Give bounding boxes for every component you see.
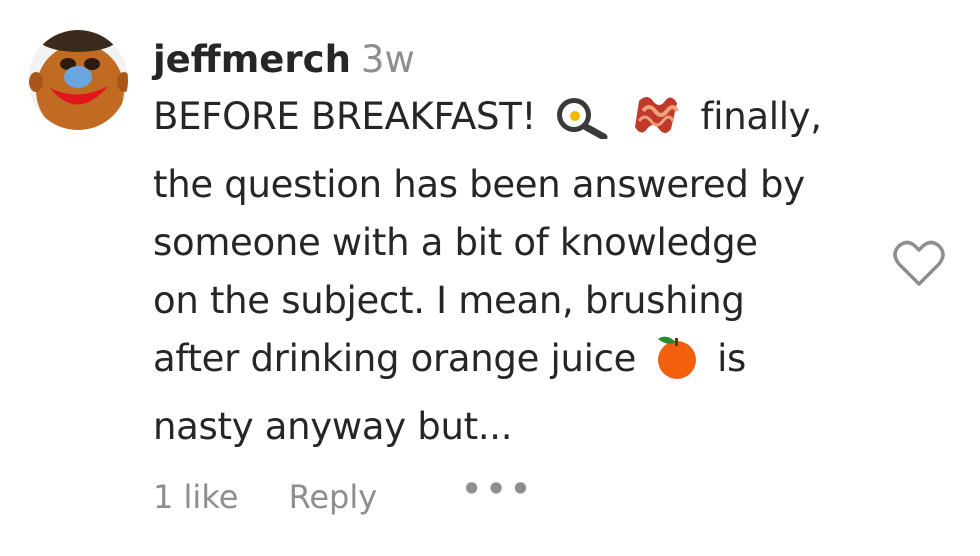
comment-timestamp[interactable]: 3w bbox=[361, 38, 415, 81]
likes-count-button[interactable]: 1 like bbox=[153, 478, 238, 516]
comment-content: jeffmerch 3w BEFORE BREAKFAST! finally, … bbox=[153, 36, 873, 456]
comment-line: BEFORE BREAKFAST! finally, bbox=[153, 88, 873, 156]
comment-line: after drinking orange juice is bbox=[153, 330, 873, 398]
avatar[interactable] bbox=[28, 30, 128, 130]
like-heart-icon[interactable] bbox=[893, 240, 945, 288]
frying-pan-egg-icon bbox=[554, 95, 610, 156]
comment-text-segment: finally, bbox=[700, 95, 822, 138]
comment-line: on the subject. I mean, brushing bbox=[153, 279, 745, 322]
reply-button[interactable]: Reply bbox=[289, 478, 378, 516]
bacon-icon bbox=[633, 89, 683, 156]
comment-line: the question has been answered by bbox=[153, 163, 805, 206]
comment-text-segment: is bbox=[717, 337, 747, 380]
more-options-button[interactable]: ••• bbox=[461, 470, 534, 508]
comment-header: jeffmerch 3w bbox=[153, 36, 873, 84]
comment-line: someone with a bit of knowledge bbox=[153, 221, 758, 264]
comment-actions: 1 like Reply ••• bbox=[153, 470, 535, 516]
username-link[interactable]: jeffmerch bbox=[153, 38, 351, 81]
comment-text: BEFORE BREAKFAST! finally, the question … bbox=[153, 88, 873, 456]
comment-text-segment: after drinking orange juice bbox=[153, 337, 637, 380]
comment-item: jeffmerch 3w BEFORE BREAKFAST! finally, … bbox=[0, 0, 980, 556]
comment-text-segment: BEFORE BREAKFAST! bbox=[153, 95, 537, 138]
comment-line: nasty anyway but... bbox=[153, 405, 513, 448]
orange-icon bbox=[654, 333, 700, 398]
